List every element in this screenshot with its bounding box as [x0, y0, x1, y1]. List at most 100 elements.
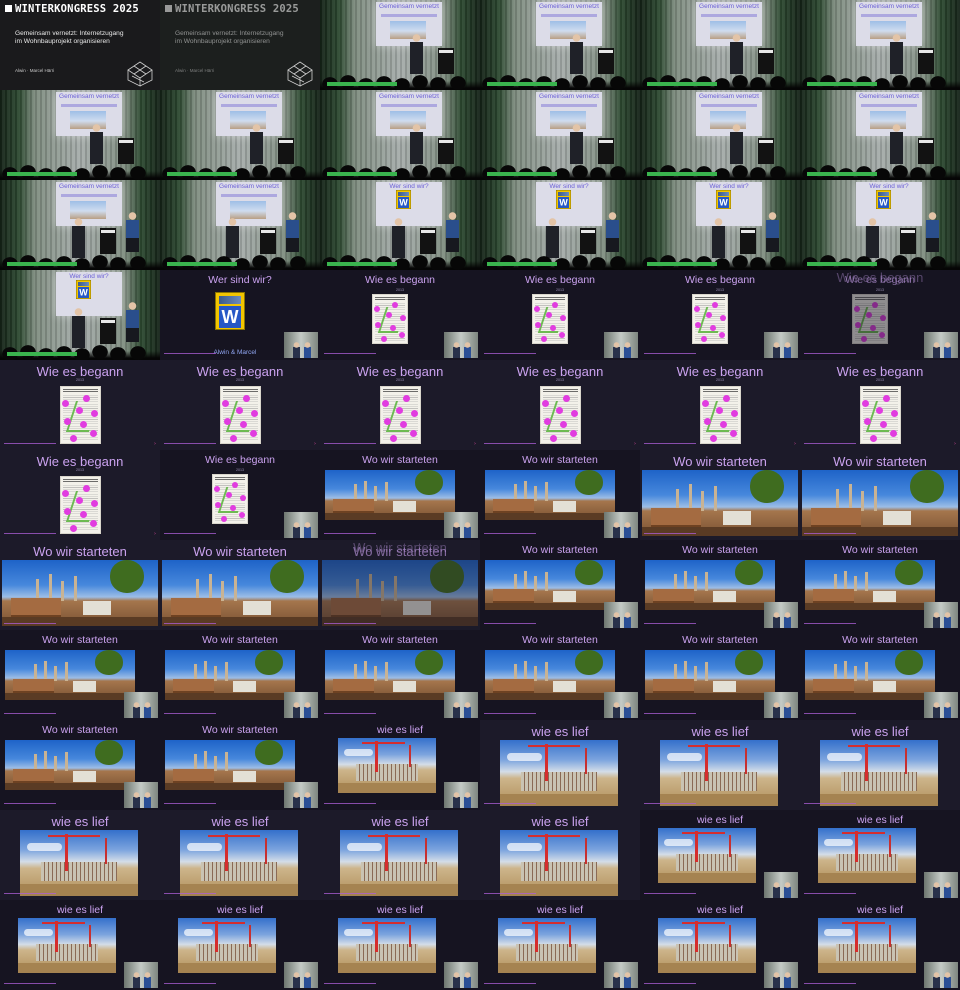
audience-silhouettes — [320, 160, 480, 180]
poster-marker — [546, 312, 552, 318]
speaker-camera-inset — [764, 872, 798, 898]
chimney — [74, 575, 77, 601]
excavation-ground — [500, 884, 618, 896]
poster-marker — [535, 322, 541, 328]
speaker-figure — [944, 342, 951, 358]
poster-marker — [390, 325, 396, 331]
speaker-camera-inset — [924, 692, 958, 718]
speaker-figure — [464, 342, 471, 358]
poster-marker — [560, 421, 567, 428]
projected-photo — [70, 201, 106, 219]
slide-heading: Wo wir starteten — [673, 454, 767, 469]
tree-shape — [574, 650, 604, 675]
crane-tower-secondary — [408, 924, 411, 947]
poster-marker — [890, 430, 897, 437]
crane-jib — [688, 745, 741, 748]
speaker-camera-inset — [924, 962, 958, 988]
projected-subtitle-bar — [61, 194, 117, 197]
projected-slide-title: Wer sind wir? — [389, 183, 429, 190]
tree-shape — [909, 470, 944, 503]
cloud — [27, 843, 63, 852]
excavation-ground — [498, 963, 596, 973]
speaker-figure — [730, 34, 743, 74]
speaker-figure — [304, 972, 311, 988]
tree-shape — [574, 560, 604, 585]
lower-third-bar — [7, 352, 77, 356]
slide-heading: Wie es begann — [36, 454, 124, 469]
contact-sheet-grid: WINTERKONGRESS 2025 Gemeinsam vernetzt: I… — [0, 0, 960, 990]
industrial-building — [172, 769, 215, 784]
video-frame: Wie es begann 2013 — [640, 270, 800, 360]
construction-site-photo — [180, 830, 298, 896]
speaker-figure — [613, 522, 620, 538]
building-shell — [201, 861, 277, 882]
slide-accent-line — [484, 443, 536, 444]
industrial-building — [172, 679, 215, 694]
crane-tower-secondary — [104, 837, 107, 865]
speaker-figure — [784, 882, 791, 898]
poster-marker — [62, 400, 69, 407]
speaker-figure — [933, 702, 940, 718]
slide-heading: Wo wir starteten — [842, 634, 918, 646]
poster-marker — [251, 410, 258, 417]
slide-accent-line — [324, 443, 376, 444]
slide-accent-line — [804, 533, 856, 534]
video-frame: Wo wir starteten — [160, 630, 320, 720]
chimney — [865, 572, 868, 591]
slide-heading: wie es lief — [216, 904, 264, 916]
cloud — [183, 929, 214, 936]
ground — [645, 603, 775, 610]
speaker-figure — [144, 972, 151, 988]
slide-accent-line — [4, 623, 56, 624]
crane-tower-secondary — [904, 747, 907, 775]
video-frame: Wo wir starteten — [640, 630, 800, 720]
speaker-figure — [784, 342, 791, 358]
chimney — [364, 481, 367, 501]
slide-subheading: 2013 — [716, 378, 724, 382]
white-building — [552, 591, 576, 602]
projected-slide-title: Gemeinsam vernetzt — [379, 3, 439, 10]
lower-third-bar — [167, 172, 237, 176]
video-frame: Gemeinsam vernetzt — [640, 0, 800, 90]
poster-marker — [880, 315, 886, 321]
poster-document — [852, 294, 888, 344]
white-building — [232, 681, 256, 692]
ground — [325, 513, 455, 520]
lower-third-bar — [807, 82, 877, 86]
tree-shape — [94, 740, 124, 765]
projected-slide-title: Gemeinsam vernetzt — [219, 93, 279, 100]
crane-tower-secondary — [744, 747, 747, 775]
speaker-figure — [944, 882, 951, 898]
poster-marker — [390, 435, 397, 442]
projection-screen: Gemeinsam vernetzt — [536, 92, 602, 136]
speaker-figure — [784, 702, 791, 718]
cloud — [827, 753, 863, 762]
crane-tower-secondary — [424, 837, 427, 865]
slide-accent-line — [804, 713, 856, 714]
speaker-figure — [933, 342, 940, 358]
construction-site-photo — [500, 740, 618, 806]
book-cover-letter: W — [219, 306, 241, 328]
speaker-camera-inset — [444, 332, 478, 358]
projected-subtitle-bar — [701, 14, 757, 17]
poster-marker — [411, 410, 418, 417]
video-frame: Gemeinsam vernetzt — [0, 180, 160, 270]
video-frame: Gemeinsam vernetzt — [480, 90, 640, 180]
crane-jib — [368, 835, 421, 838]
building-shell — [675, 854, 739, 871]
poster-marker — [712, 302, 718, 308]
brand-square-icon — [5, 5, 12, 12]
crane-tower-secondary — [584, 747, 587, 775]
tree-shape — [894, 650, 924, 675]
slide-accent-line — [804, 353, 856, 354]
chimney — [545, 572, 548, 591]
speaker-figure — [944, 612, 951, 628]
white-building — [552, 501, 576, 512]
book-cover: W — [76, 280, 91, 299]
slide-accent-line — [484, 983, 536, 984]
speaker-figure — [773, 612, 780, 628]
white-building — [72, 771, 96, 782]
building-shell — [35, 944, 99, 961]
construction-site-photo — [818, 828, 916, 883]
next-slide-arrow-icon: › — [634, 441, 636, 447]
